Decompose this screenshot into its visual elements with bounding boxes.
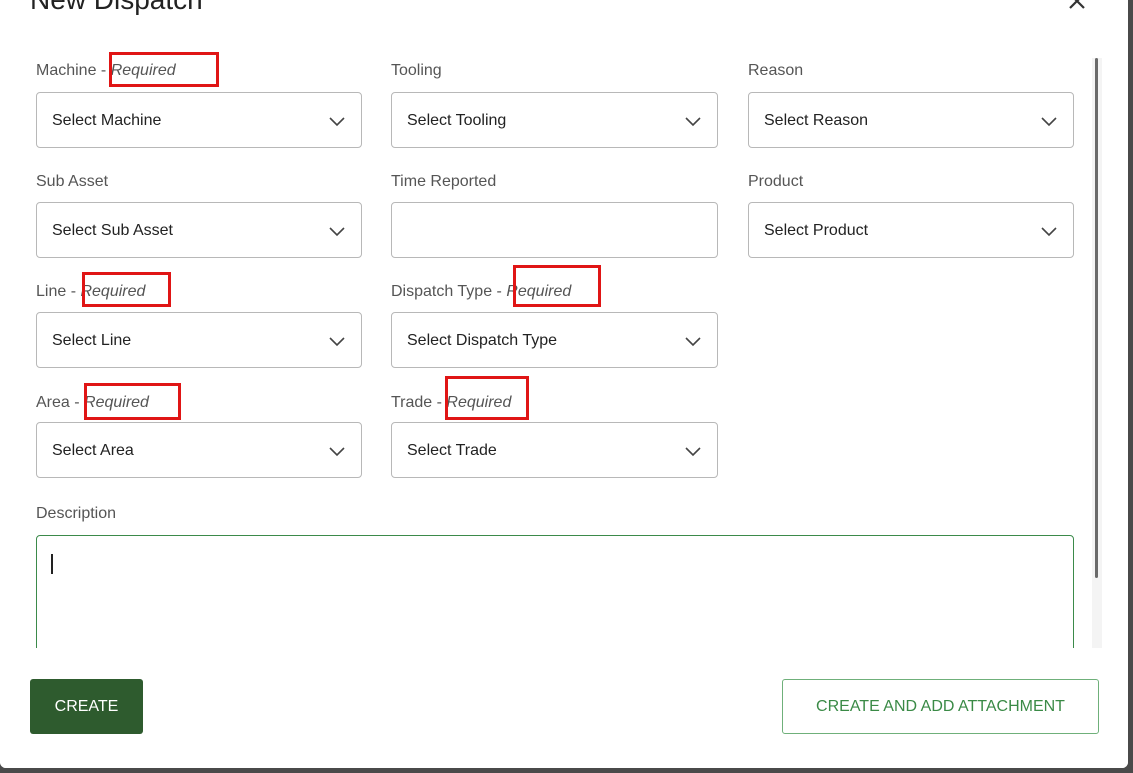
create-button[interactable]: CREATE [30,679,143,734]
sub-asset-label: Sub Asset [36,173,109,190]
modal-title: New Dispatch [30,0,203,20]
machine-select[interactable]: Select Machine [36,92,362,148]
chevron-down-icon [1041,114,1057,128]
line-select[interactable]: Select Line [36,312,362,368]
required-indicator: Required [84,394,149,411]
chevron-down-icon [685,114,701,128]
area-select[interactable]: Select Area [36,422,362,478]
required-indicator: Required [80,283,146,300]
line-label: Line - Required [36,283,146,300]
description-textarea[interactable] [36,535,1074,660]
chevron-down-icon [329,444,345,458]
area-label: Area - Required [36,394,149,411]
chevron-down-icon [1041,224,1057,238]
close-icon[interactable] [1066,0,1088,12]
dispatch-type-label: Dispatch Type - Required [391,283,572,300]
product-select[interactable]: Select Product [748,202,1074,258]
create-and-add-attachment-button[interactable]: CREATE AND ADD ATTACHMENT [782,679,1099,734]
chevron-down-icon [685,444,701,458]
new-dispatch-modal: New Dispatch Machine - Required Select M… [0,0,1128,768]
scrollbar-thumb[interactable] [1095,58,1098,578]
product-label: Product [748,173,804,190]
time-reported-input[interactable] [391,202,718,258]
reason-label: Reason [748,62,804,79]
reason-select[interactable]: Select Reason [748,92,1074,148]
required-indicator: Required [446,394,512,411]
description-label: Description [36,505,117,522]
tooling-select[interactable]: Select Tooling [391,92,718,148]
sub-asset-select[interactable]: Select Sub Asset [36,202,362,258]
chevron-down-icon [329,224,345,238]
chevron-down-icon [685,334,701,348]
required-indicator: Required [506,283,572,300]
text-cursor [51,554,53,574]
chevron-down-icon [329,114,345,128]
chevron-down-icon [329,334,345,348]
dispatch-type-select[interactable]: Select Dispatch Type [391,312,718,368]
trade-label: Trade - Required [391,394,512,411]
required-indicator: Required [110,62,176,79]
trade-select[interactable]: Select Trade [391,422,718,478]
machine-label: Machine - Required [36,62,176,79]
time-reported-label: Time Reported [391,173,497,190]
tooling-label: Tooling [391,62,442,79]
